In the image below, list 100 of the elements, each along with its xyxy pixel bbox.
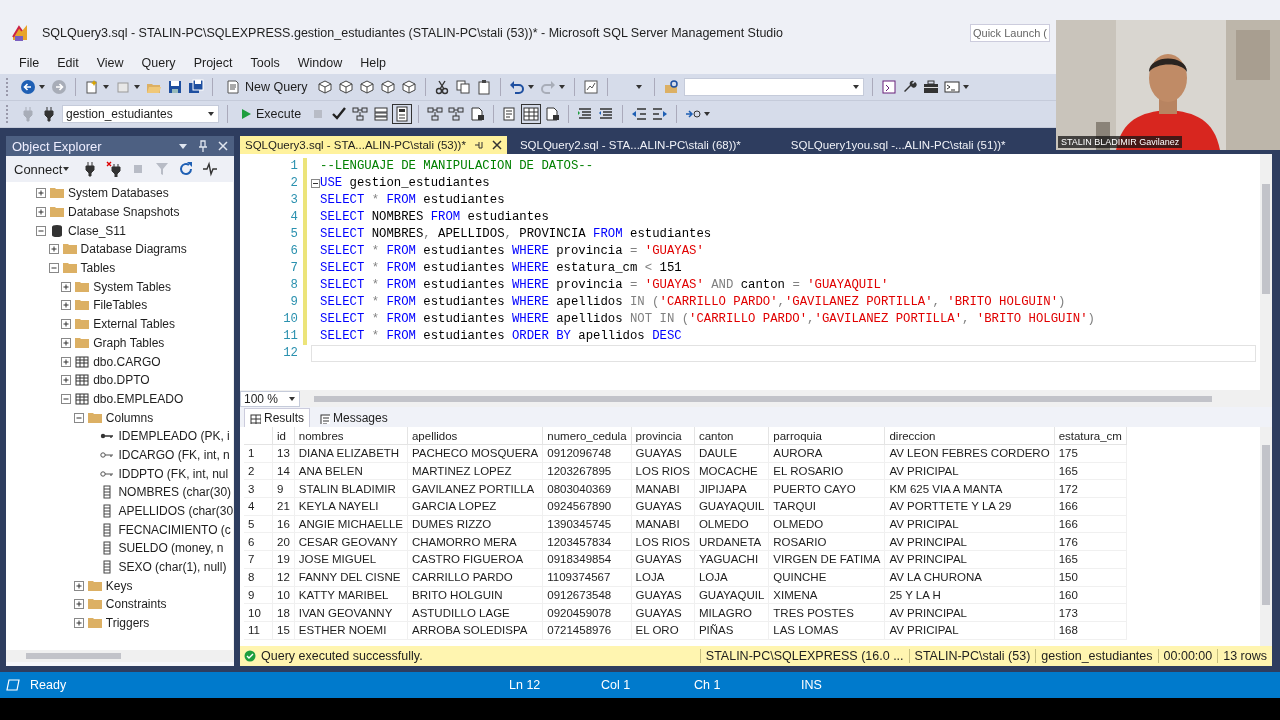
tree-item[interactable]: System Databases: [6, 184, 234, 203]
check-icon[interactable]: [331, 106, 348, 122]
row-number[interactable]: 1: [244, 444, 273, 463]
paste-icon[interactable]: [475, 79, 492, 95]
file-icon[interactable]: [469, 106, 486, 122]
results-tab[interactable]: Results: [244, 408, 310, 427]
copy-icon[interactable]: [454, 79, 471, 95]
quick-launch-field[interactable]: Quick Launch (: [970, 24, 1050, 42]
caret-icon[interactable]: [38, 83, 46, 91]
toolbox-icon[interactable]: [922, 79, 939, 95]
caret-icon[interactable]: [703, 110, 712, 118]
tree-item[interactable]: dbo.DPTO: [6, 370, 234, 390]
caret-icon[interactable]: [961, 83, 970, 91]
tree-item[interactable]: Database Snapshots: [6, 202, 234, 222]
execute-button[interactable]: Execute: [236, 105, 306, 123]
editor-tab[interactable]: SQLQuery1you.sql -...ALIN-PC\stali (51))*: [785, 136, 1011, 154]
dropdown-icon[interactable]: [178, 141, 188, 151]
uncomment-icon[interactable]: [598, 106, 615, 122]
file-icon[interactable]: [544, 106, 561, 122]
column-header[interactable]: parroquia: [768, 427, 885, 445]
menu-item[interactable]: Help: [351, 56, 395, 70]
column-header[interactable]: apellidos: [407, 427, 543, 445]
menu-item[interactable]: View: [87, 56, 133, 70]
save-all-icon[interactable]: [188, 79, 204, 95]
tree-item[interactable]: FileTables: [6, 296, 234, 315]
undo-icon[interactable]: [508, 79, 525, 95]
expand-icon[interactable]: [61, 375, 72, 386]
row-number[interactable]: 9: [244, 586, 273, 604]
column-header[interactable]: direccion: [884, 427, 1055, 445]
tree-item[interactable]: NOMBRES (char(30): [6, 483, 234, 502]
expand-icon[interactable]: [61, 300, 72, 311]
column-header[interactable]: canton: [694, 427, 769, 445]
connect-button[interactable]: Connect: [10, 161, 75, 177]
row-number[interactable]: 4: [244, 497, 273, 516]
expand-icon[interactable]: [48, 244, 59, 255]
tree-item[interactable]: SUELDO (money, n: [6, 539, 234, 558]
tree-item[interactable]: SEXO (char(1), null): [6, 557, 234, 577]
row-number[interactable]: 7: [244, 550, 273, 569]
row-number[interactable]: 6: [244, 532, 273, 551]
window-icon[interactable]: [880, 79, 897, 95]
row-number[interactable]: 8: [244, 568, 273, 586]
results-tab[interactable]: Messages: [314, 409, 393, 427]
caret-icon[interactable]: [102, 83, 110, 91]
database-dropdown[interactable]: gestion_estudiantes: [62, 105, 219, 123]
plug-icon[interactable]: [41, 106, 57, 122]
column-header[interactable]: id: [272, 427, 295, 445]
row-number[interactable]: 10: [244, 603, 273, 622]
menu-item[interactable]: Query: [132, 56, 185, 70]
cube-icon[interactable]: [358, 79, 375, 95]
chart-icon[interactable]: [582, 79, 599, 95]
scrollbar[interactable]: [6, 650, 234, 662]
caret-icon[interactable]: [133, 83, 141, 91]
tree-item[interactable]: dbo.CARGO: [6, 352, 234, 371]
plan-icon[interactable]: [427, 106, 444, 122]
find-icon[interactable]: [662, 79, 679, 95]
row-number[interactable]: 11: [244, 621, 273, 640]
layers-icon[interactable]: [373, 106, 390, 122]
console-icon[interactable]: [943, 79, 960, 95]
tree-item[interactable]: Clase_S11: [6, 221, 234, 241]
tree-item[interactable]: IDDPTO (FK, int, nul: [6, 464, 234, 483]
column-header[interactable]: provincia: [631, 427, 695, 445]
calculator-icon[interactable]: [394, 106, 411, 122]
cube-icon[interactable]: [400, 79, 417, 95]
expand-icon[interactable]: [73, 599, 84, 610]
scrollbar[interactable]: [1260, 427, 1272, 646]
tree-item[interactable]: Constraints: [6, 595, 234, 614]
scrollbar[interactable]: [1260, 154, 1272, 390]
row-number[interactable]: 2: [244, 462, 273, 480]
expand-icon[interactable]: [36, 207, 46, 218]
cube-icon[interactable]: [337, 79, 354, 95]
caret-icon[interactable]: [557, 83, 566, 91]
tree-item[interactable]: Tables: [6, 258, 234, 278]
menu-item[interactable]: Window: [288, 56, 352, 70]
indent-icon[interactable]: [652, 106, 669, 122]
save-icon[interactable]: [167, 79, 183, 95]
tree-item[interactable]: Triggers: [6, 613, 234, 633]
plan-icon[interactable]: [448, 106, 465, 122]
disconnect-icon[interactable]: [106, 161, 123, 177]
outdent-icon[interactable]: [631, 106, 648, 122]
cube-icon[interactable]: [379, 79, 396, 95]
row-number[interactable]: 5: [244, 515, 273, 533]
tree-item[interactable]: Columns: [6, 408, 234, 427]
editor-tab[interactable]: SQLQuery2.sql - STA...ALIN-PC\stali (68))*: [514, 136, 746, 154]
column-header[interactable]: nombres: [294, 427, 408, 445]
menu-item[interactable]: Tools: [241, 56, 289, 70]
tree-item[interactable]: IDCARGO (FK, int, n: [6, 445, 234, 465]
expand-icon[interactable]: [61, 281, 72, 292]
tree-item[interactable]: IDEMPLEADO (PK, i: [6, 426, 234, 446]
expand-icon[interactable]: [61, 356, 72, 367]
column-header[interactable]: numero_cedula: [542, 427, 632, 445]
refresh-icon[interactable]: [178, 161, 195, 177]
cut-icon[interactable]: [433, 79, 450, 95]
collapse-icon[interactable]: [311, 179, 320, 188]
expand-icon[interactable]: [73, 618, 84, 629]
plan-icon[interactable]: [352, 106, 369, 122]
zoom-dropdown[interactable]: 100 %: [240, 390, 300, 407]
new-query-button[interactable]: New Query: [221, 77, 312, 97]
comment-icon[interactable]: [577, 106, 594, 122]
activity-icon[interactable]: [202, 161, 219, 177]
menu-item[interactable]: Edit: [48, 56, 88, 70]
